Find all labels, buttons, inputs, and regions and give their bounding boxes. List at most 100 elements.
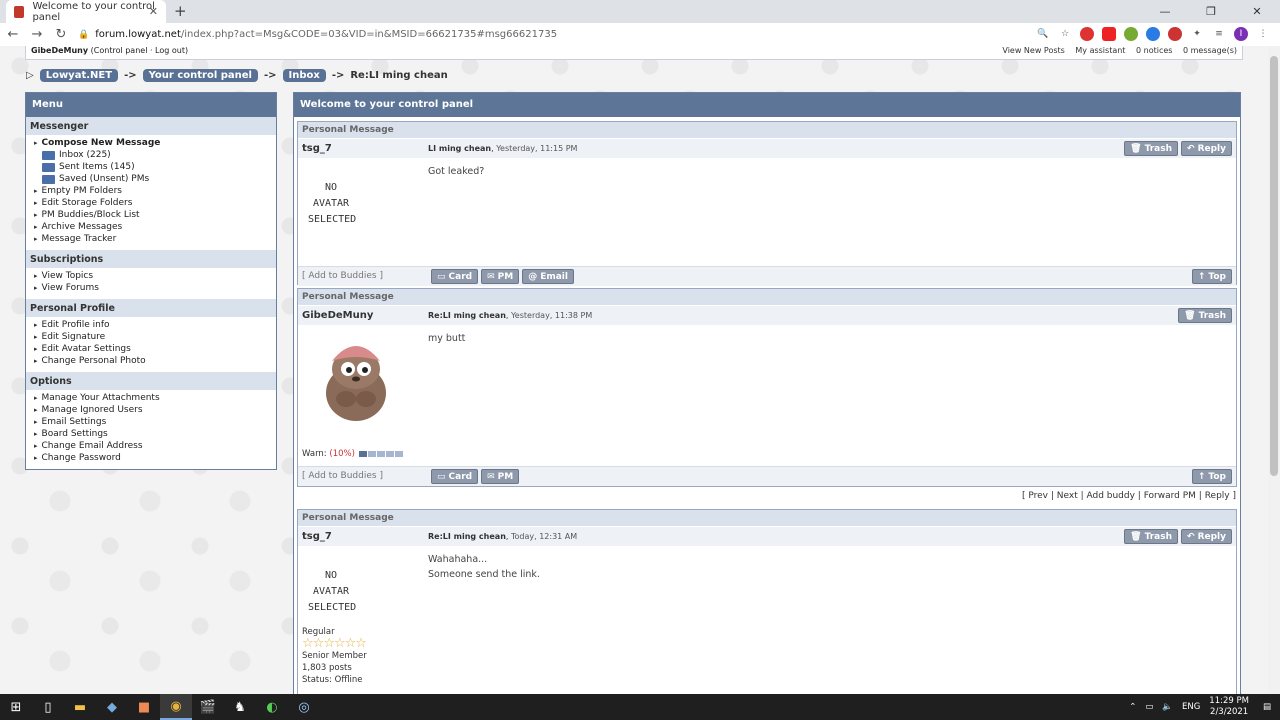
top-button[interactable]: ↑ Top: [1191, 469, 1232, 484]
network-icon[interactable]: ▭: [1145, 702, 1153, 712]
extension-icon[interactable]: [1168, 27, 1182, 41]
trash-button[interactable]: 🗑 Trash: [1178, 308, 1232, 323]
tab-title: Welcome to your control panel: [32, 0, 155, 23]
file-explorer-icon[interactable]: ▬: [64, 694, 96, 720]
post-count: 1,803 posts: [302, 663, 352, 673]
pm-navigation-links[interactable]: [ Prev | Next | Add buddy | Forward PM |…: [1022, 491, 1236, 501]
close-tab-icon[interactable]: ✕: [149, 5, 158, 18]
saved-folder-link[interactable]: Saved (Unsent) PMs: [34, 173, 276, 185]
user-links[interactable]: (Control panel · Log out): [91, 46, 188, 55]
bookmark-star-icon[interactable]: ☆: [1058, 27, 1072, 41]
change-password-link[interactable]: Change Password: [34, 452, 276, 464]
language-indicator[interactable]: ENG: [1182, 702, 1200, 712]
author-name[interactable]: tsg_7: [302, 531, 332, 542]
youtube-icon[interactable]: [1102, 27, 1116, 41]
back-icon[interactable]: ←: [2, 27, 24, 42]
adblock-icon[interactable]: [1080, 27, 1094, 41]
scrollbar-thumb[interactable]: [1270, 56, 1278, 476]
zoom-icon[interactable]: 🔍: [1036, 27, 1050, 41]
add-to-buddies-link[interactable]: [ Add to Buddies ]: [302, 271, 383, 281]
messages-link[interactable]: 0 message(s): [1183, 46, 1237, 55]
forward-icon[interactable]: →: [26, 27, 48, 42]
reply-label: Reply: [1197, 143, 1226, 154]
archive-link[interactable]: Archive Messages: [34, 221, 276, 233]
reading-list-icon[interactable]: ≡: [1212, 27, 1226, 41]
tab-strip: Welcome to your control panel ✕ + — ❐ ✕: [0, 0, 1280, 23]
more-menu-icon[interactable]: ⋮: [1256, 27, 1270, 41]
breadcrumb-inbox[interactable]: Inbox: [282, 69, 326, 82]
author-name[interactable]: GibeDeMuny: [302, 310, 373, 321]
profile-avatar-icon[interactable]: I: [1234, 27, 1248, 41]
notices-link[interactable]: 0 notices: [1136, 46, 1172, 55]
breadcrumb-home[interactable]: Lowyat.NET: [39, 69, 119, 82]
app-icon[interactable]: ◐: [256, 694, 288, 720]
menu-title: Menu: [26, 93, 276, 117]
trash-button[interactable]: 🗑 Trash: [1124, 141, 1179, 156]
trash-label: Trash: [1198, 310, 1226, 321]
extension-icon[interactable]: [1124, 27, 1138, 41]
puzzle-icon[interactable]: ✦: [1190, 27, 1204, 41]
email-settings-link[interactable]: Email Settings: [34, 416, 276, 428]
change-photo-link[interactable]: Change Personal Photo: [34, 355, 276, 367]
app-icon[interactable]: ♞: [224, 694, 256, 720]
compose-message-link[interactable]: Compose New Message: [34, 137, 276, 149]
top-button[interactable]: ↑ Top: [1191, 269, 1232, 284]
clock[interactable]: 11:29 PM 2/3/2021: [1209, 696, 1249, 718]
inbox-folder-link[interactable]: Inbox (225): [34, 149, 276, 161]
edit-avatar-link[interactable]: Edit Avatar Settings: [34, 343, 276, 355]
edit-storage-link[interactable]: Edit Storage Folders: [34, 197, 276, 209]
card-button[interactable]: ▭ Card: [431, 269, 479, 284]
email-button[interactable]: @ Email: [522, 269, 574, 284]
reply-button[interactable]: ↶ Reply: [1181, 529, 1232, 544]
media-icon[interactable]: 🎬: [192, 694, 224, 720]
pm-button[interactable]: ✉ PM: [481, 269, 520, 284]
windows-start-icon[interactable]: ⊞: [0, 694, 32, 720]
message-footer: [ Add to Buddies ] ▭ Card ✉ PM @ Email ↑ Top: [298, 266, 1236, 286]
my-assistant-link[interactable]: My assistant: [1075, 46, 1125, 55]
edit-profile-link[interactable]: Edit Profile info: [34, 319, 276, 331]
trash-button[interactable]: 🗑 Trash: [1124, 529, 1179, 544]
close-window-icon[interactable]: ✕: [1234, 0, 1280, 22]
author-name[interactable]: tsg_7: [302, 143, 332, 154]
card-button[interactable]: ▭ Card: [431, 469, 479, 484]
app-icon[interactable]: ◆: [96, 694, 128, 720]
restore-icon[interactable]: ❐: [1188, 0, 1234, 22]
manage-attachments-link[interactable]: Manage Your Attachments: [34, 392, 276, 404]
app-icon[interactable]: ■: [128, 694, 160, 720]
breadcrumb-current: Re:LI ming chean: [350, 70, 448, 81]
browser-tab[interactable]: Welcome to your control panel ✕: [6, 0, 166, 23]
trash-icon: 🗑: [1130, 531, 1142, 542]
board-settings-link[interactable]: Board Settings: [34, 428, 276, 440]
app-icon[interactable]: ◎: [288, 694, 320, 720]
rank-stars: ☆☆☆☆☆☆: [302, 637, 367, 650]
notifications-icon[interactable]: ▤: [1263, 702, 1271, 712]
pm-button[interactable]: ✉ PM: [481, 469, 520, 484]
subject-text: LI ming chean: [428, 144, 492, 153]
edit-signature-link[interactable]: Edit Signature: [34, 331, 276, 343]
view-topics-link[interactable]: View Topics: [34, 270, 276, 282]
buddies-link[interactable]: PM Buddies/Block List: [34, 209, 276, 221]
view-forums-link[interactable]: View Forums: [34, 282, 276, 294]
extension-icon[interactable]: [1146, 27, 1160, 41]
empty-folders-link[interactable]: Empty PM Folders: [34, 185, 276, 197]
address-bar[interactable]: 🔒 forum.lowyat.net /index.php?act=Msg&CO…: [78, 26, 1088, 43]
task-view-icon[interactable]: ▯: [32, 694, 64, 720]
tracker-link[interactable]: Message Tracker: [34, 233, 276, 245]
ignored-users-link[interactable]: Manage Ignored Users: [34, 404, 276, 416]
main-title: Welcome to your control panel: [294, 93, 1240, 117]
sent-folder-link[interactable]: Sent Items (145): [34, 161, 276, 173]
volume-icon[interactable]: 🔈: [1162, 702, 1173, 712]
add-to-buddies-link[interactable]: [ Add to Buddies ]: [302, 471, 383, 481]
username[interactable]: GibeDeMuny: [31, 46, 88, 55]
chrome-icon[interactable]: ◉: [160, 694, 192, 720]
change-email-link[interactable]: Change Email Address: [34, 440, 276, 452]
reload-icon[interactable]: ↻: [50, 27, 72, 42]
pm-label: Personal Message: [298, 510, 1236, 526]
page-scrollbar[interactable]: [1268, 46, 1280, 694]
reply-button[interactable]: ↶ Reply: [1181, 141, 1232, 156]
new-tab-icon[interactable]: +: [174, 2, 187, 20]
view-new-posts-link[interactable]: View New Posts: [1002, 46, 1064, 55]
breadcrumb-control-panel[interactable]: Your control panel: [142, 69, 258, 82]
tray-chevron-icon[interactable]: ⌃: [1129, 702, 1136, 712]
minimize-icon[interactable]: —: [1142, 0, 1188, 22]
